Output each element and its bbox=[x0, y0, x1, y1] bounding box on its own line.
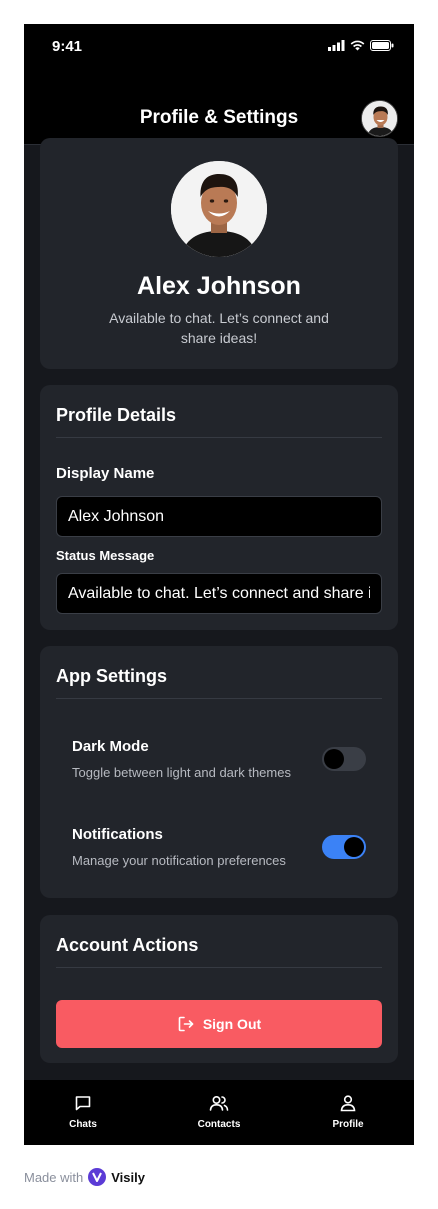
divider bbox=[56, 437, 382, 438]
profile-status: Available to chat. Let’s connect and sha… bbox=[109, 310, 329, 346]
page-title: Profile & Settings bbox=[139, 107, 299, 128]
app-settings-card: App Settings Dark Mode Toggle between li… bbox=[40, 646, 398, 898]
status-icons bbox=[328, 40, 394, 51]
profile-details-card: Profile Details Display Name Status Mess… bbox=[40, 385, 398, 630]
account-actions-card: Account Actions Sign Out bbox=[40, 915, 398, 1063]
divider bbox=[56, 698, 382, 699]
toggle-knob bbox=[344, 837, 364, 857]
notifications-toggle[interactable] bbox=[322, 835, 366, 859]
notifications-description: Manage your notification preferences bbox=[72, 853, 286, 868]
chat-icon bbox=[75, 1096, 91, 1111]
phone-screen: 9:41 Profile & Settings Alex Johnson Ava… bbox=[24, 24, 414, 1145]
sign-out-icon bbox=[178, 1016, 194, 1032]
signal-icon bbox=[328, 40, 345, 51]
sign-out-label: Sign Out bbox=[202, 1016, 262, 1032]
visily-logo-icon bbox=[88, 1168, 107, 1186]
app-settings-heading: App Settings bbox=[56, 666, 167, 686]
made-with-footer: Made with Visily bbox=[24, 1168, 145, 1186]
made-with-text: Made with bbox=[24, 1169, 84, 1185]
profile-details-heading: Profile Details bbox=[56, 405, 177, 425]
divider bbox=[56, 967, 382, 968]
display-name-field[interactable] bbox=[56, 496, 382, 537]
tab-contacts[interactable]: Contacts bbox=[179, 1094, 259, 1130]
sign-out-button[interactable]: Sign Out bbox=[56, 1000, 382, 1048]
app-header: Profile & Settings bbox=[24, 68, 414, 145]
avatar-photo bbox=[362, 101, 397, 136]
header-avatar[interactable] bbox=[361, 100, 398, 137]
status-message-field[interactable] bbox=[56, 573, 382, 614]
tab-contacts-label: Contacts bbox=[197, 1119, 241, 1130]
tab-chats[interactable]: Chats bbox=[43, 1094, 123, 1130]
dark-mode-title: Dark Mode bbox=[72, 738, 149, 755]
wifi-icon bbox=[350, 40, 365, 51]
avatar-photo bbox=[171, 161, 267, 257]
notifications-title: Notifications bbox=[72, 826, 163, 843]
dark-mode-description: Toggle between light and dark themes bbox=[72, 765, 291, 780]
brand-name[interactable]: Visily bbox=[111, 1170, 145, 1185]
tab-chats-label: Chats bbox=[69, 1119, 97, 1130]
profile-card: Alex Johnson Available to chat. Let’s co… bbox=[40, 138, 398, 369]
battery-icon bbox=[370, 40, 394, 51]
profile-name: Alex Johnson bbox=[137, 272, 301, 300]
display-name-label: Display Name bbox=[56, 465, 155, 482]
status-bar: 9:41 bbox=[24, 24, 414, 68]
contacts-icon bbox=[209, 1095, 229, 1111]
dark-mode-toggle[interactable] bbox=[322, 747, 366, 771]
tab-profile[interactable]: Profile bbox=[308, 1094, 388, 1130]
profile-icon bbox=[340, 1095, 356, 1112]
toggle-knob bbox=[324, 749, 344, 769]
tab-profile-label: Profile bbox=[332, 1119, 364, 1130]
status-time: 9:41 bbox=[52, 38, 83, 55]
status-message-label: Status Message bbox=[56, 548, 155, 563]
account-actions-heading: Account Actions bbox=[56, 935, 199, 955]
profile-avatar[interactable] bbox=[171, 161, 267, 257]
bottom-tab-bar: Chats Contacts Profile bbox=[24, 1080, 414, 1145]
